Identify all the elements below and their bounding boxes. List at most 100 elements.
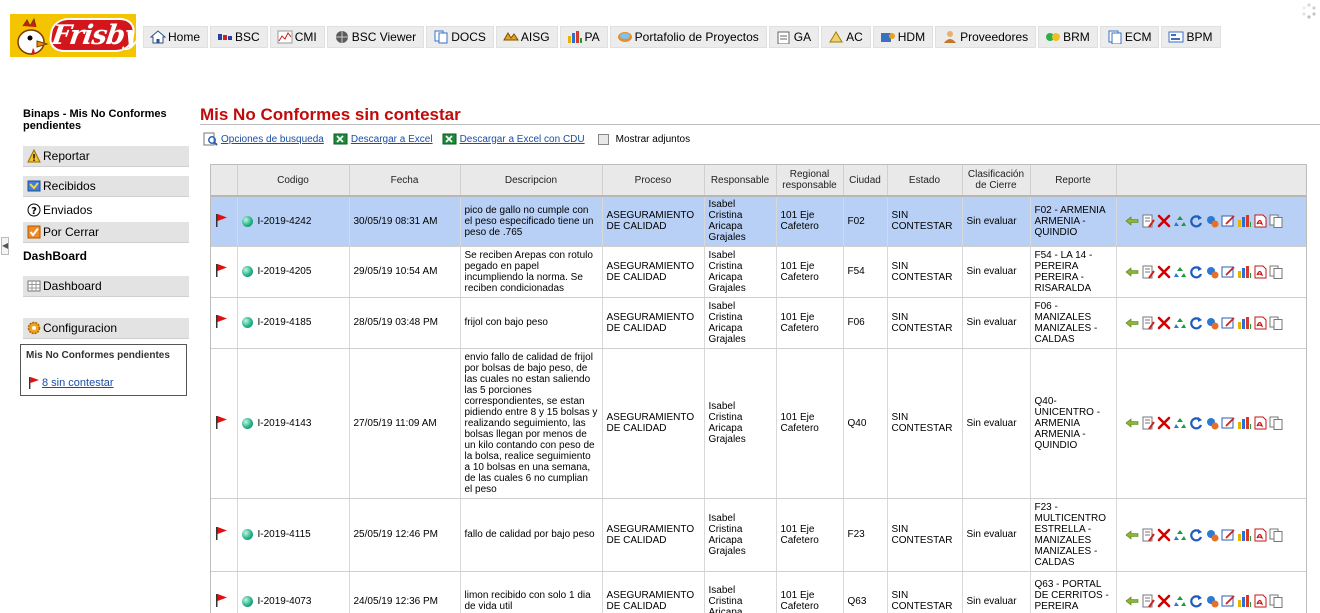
notes-icon[interactable] xyxy=(1221,594,1235,608)
col-header-ciudad[interactable]: Ciudad xyxy=(843,165,888,197)
table-row[interactable]: I-2019-4073 24/05/19 12:36 PM limon recibi… xyxy=(211,571,1306,613)
refresh-icon[interactable] xyxy=(1189,594,1203,608)
pdf-icon[interactable] xyxy=(1253,214,1267,228)
table-row[interactable]: I-2019-4115 25/05/19 12:46 PM fallo de cal… xyxy=(211,498,1306,572)
recycle-icon[interactable] xyxy=(1173,214,1187,228)
table-row[interactable]: I-2019-4143 27/05/19 11:09 AM envio fallo … xyxy=(211,348,1306,499)
col-header-clasificacion[interactable]: Clasificación de Cierre xyxy=(962,165,1031,197)
delete-x-icon[interactable] xyxy=(1157,316,1171,330)
refresh-icon[interactable] xyxy=(1189,416,1203,430)
code-text[interactable]: I-2019-4242 xyxy=(258,216,312,227)
code-text[interactable]: I-2019-4143 xyxy=(258,418,312,429)
nav-brm[interactable]: BRM xyxy=(1038,26,1098,48)
edit-doc-icon[interactable] xyxy=(1141,416,1155,430)
delete-x-icon[interactable] xyxy=(1157,265,1171,279)
bar-chart-icon[interactable] xyxy=(1237,594,1251,608)
back-arrow-icon[interactable] xyxy=(1125,416,1139,430)
notes-icon[interactable] xyxy=(1221,528,1235,542)
table-row[interactable]: I-2019-4205 29/05/19 10:54 AM Se reciben A… xyxy=(211,246,1306,298)
back-arrow-icon[interactable] xyxy=(1125,214,1139,228)
bar-chart-icon[interactable] xyxy=(1237,528,1251,542)
pdf-icon[interactable] xyxy=(1253,594,1267,608)
delete-x-icon[interactable] xyxy=(1157,214,1171,228)
refresh-icon[interactable] xyxy=(1189,214,1203,228)
col-header-proceso[interactable]: Proceso xyxy=(602,165,705,197)
notes-icon[interactable] xyxy=(1221,416,1235,430)
reassign-icon[interactable] xyxy=(1205,214,1219,228)
col-header-descripcion[interactable]: Descripcion xyxy=(460,165,603,197)
sidebar-item-por-cerrar[interactable]: Por Cerrar xyxy=(23,222,189,243)
copy-icon[interactable] xyxy=(1269,416,1283,430)
nav-ga[interactable]: GA xyxy=(768,26,820,48)
copy-icon[interactable] xyxy=(1269,316,1283,330)
col-header-codigo[interactable]: Codigo xyxy=(237,165,350,197)
edit-doc-icon[interactable] xyxy=(1141,316,1155,330)
copy-icon[interactable] xyxy=(1269,594,1283,608)
code-text[interactable]: I-2019-4205 xyxy=(258,266,312,277)
edit-doc-icon[interactable] xyxy=(1141,265,1155,279)
show-attachments-checkbox[interactable] xyxy=(597,133,609,145)
col-header-regional[interactable]: Regional responsable xyxy=(776,165,844,197)
nav-bsc-viewer[interactable]: BSC Viewer xyxy=(326,26,425,48)
sidebar-item-configuracion[interactable]: Configuracion xyxy=(23,318,189,339)
nav-cmi[interactable]: CMI xyxy=(269,26,325,48)
nav-pa[interactable]: PA xyxy=(559,26,608,48)
notes-icon[interactable] xyxy=(1221,316,1235,330)
pdf-icon[interactable] xyxy=(1253,528,1267,542)
table-row[interactable]: I-2019-4242 30/05/19 08:31 AM pico de gall… xyxy=(211,196,1306,247)
edit-doc-icon[interactable] xyxy=(1141,528,1155,542)
back-arrow-icon[interactable] xyxy=(1125,265,1139,279)
notes-icon[interactable] xyxy=(1221,214,1235,228)
sidebar-item-reportar[interactable]: Reportar xyxy=(23,146,189,167)
reassign-icon[interactable] xyxy=(1205,416,1219,430)
table-row[interactable]: I-2019-4185 28/05/19 03:48 PM frijol con b… xyxy=(211,297,1306,349)
copy-icon[interactable] xyxy=(1269,214,1283,229)
refresh-icon[interactable] xyxy=(1189,265,1203,279)
nav-ac[interactable]: AC xyxy=(821,26,871,48)
delete-x-icon[interactable] xyxy=(1157,416,1171,430)
nav-home[interactable]: Home xyxy=(143,26,209,48)
nav-aisg[interactable]: AISG xyxy=(495,26,558,48)
bar-chart-icon[interactable] xyxy=(1237,416,1251,430)
delete-x-icon[interactable] xyxy=(1157,528,1171,542)
pdf-icon[interactable] xyxy=(1253,316,1267,330)
nav-bpm[interactable]: BPM xyxy=(1161,26,1221,48)
back-arrow-icon[interactable] xyxy=(1125,528,1139,542)
nav-bsc[interactable]: BSC xyxy=(210,26,268,48)
refresh-icon[interactable] xyxy=(1189,528,1203,542)
pdf-icon[interactable] xyxy=(1253,416,1267,430)
download-excel-link[interactable]: Descargar a Excel xyxy=(333,132,433,146)
sidebar-collapse-toggle[interactable]: ◀ xyxy=(1,237,9,255)
code-text[interactable]: I-2019-4073 xyxy=(258,596,312,607)
edit-doc-icon[interactable] xyxy=(1141,214,1155,228)
reassign-icon[interactable] xyxy=(1205,265,1219,279)
frisby-logo[interactable]: Frisby xyxy=(10,14,136,57)
bar-chart-icon[interactable] xyxy=(1237,214,1251,228)
code-text[interactable]: I-2019-4115 xyxy=(258,529,311,540)
sidebar-item-enviados[interactable]: ? Enviados xyxy=(23,201,189,219)
recycle-icon[interactable] xyxy=(1173,528,1187,542)
col-header-fecha[interactable]: Fecha xyxy=(349,165,461,197)
search-options-link[interactable]: Opciones de busqueda xyxy=(203,132,324,146)
back-arrow-icon[interactable] xyxy=(1125,594,1139,608)
pending-count-link[interactable]: 8 sin contestar xyxy=(28,376,114,389)
recycle-icon[interactable] xyxy=(1173,594,1187,608)
reassign-icon[interactable] xyxy=(1205,316,1219,330)
recycle-icon[interactable] xyxy=(1173,316,1187,330)
download-excel-cdu-link[interactable]: Descargar a Excel con CDU xyxy=(442,132,585,146)
notes-icon[interactable] xyxy=(1221,265,1235,279)
nav-portafolio-de-proyectos[interactable]: Portafolio de Proyectos xyxy=(609,26,767,48)
refresh-icon[interactable] xyxy=(1189,316,1203,330)
bar-chart-icon[interactable] xyxy=(1237,316,1251,330)
nav-hdm[interactable]: HDM xyxy=(872,26,934,48)
col-header-reporte[interactable]: Reporte xyxy=(1030,165,1117,197)
reassign-icon[interactable] xyxy=(1205,528,1219,542)
delete-x-icon[interactable] xyxy=(1157,594,1171,608)
edit-doc-icon[interactable] xyxy=(1141,594,1155,608)
nav-proveedores[interactable]: Proveedores xyxy=(935,26,1037,48)
col-header-responsable[interactable]: Responsable xyxy=(704,165,777,197)
back-arrow-icon[interactable] xyxy=(1125,316,1139,330)
recycle-icon[interactable] xyxy=(1173,416,1187,430)
sidebar-item-recibidos[interactable]: Recibidos xyxy=(23,176,189,197)
recycle-icon[interactable] xyxy=(1173,265,1187,279)
